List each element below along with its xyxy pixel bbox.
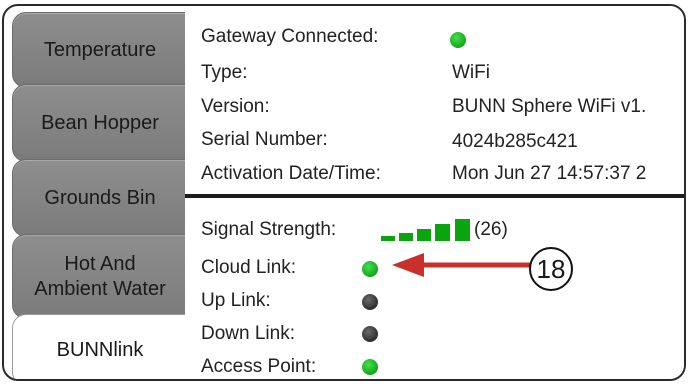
callout-arrow-icon xyxy=(392,253,531,277)
bunnlink-screen: Temperature Bean Hopper Grounds Bin Hot … xyxy=(2,4,686,381)
callout-number: 18 xyxy=(536,253,566,284)
callout-badge: 18 xyxy=(529,247,573,291)
